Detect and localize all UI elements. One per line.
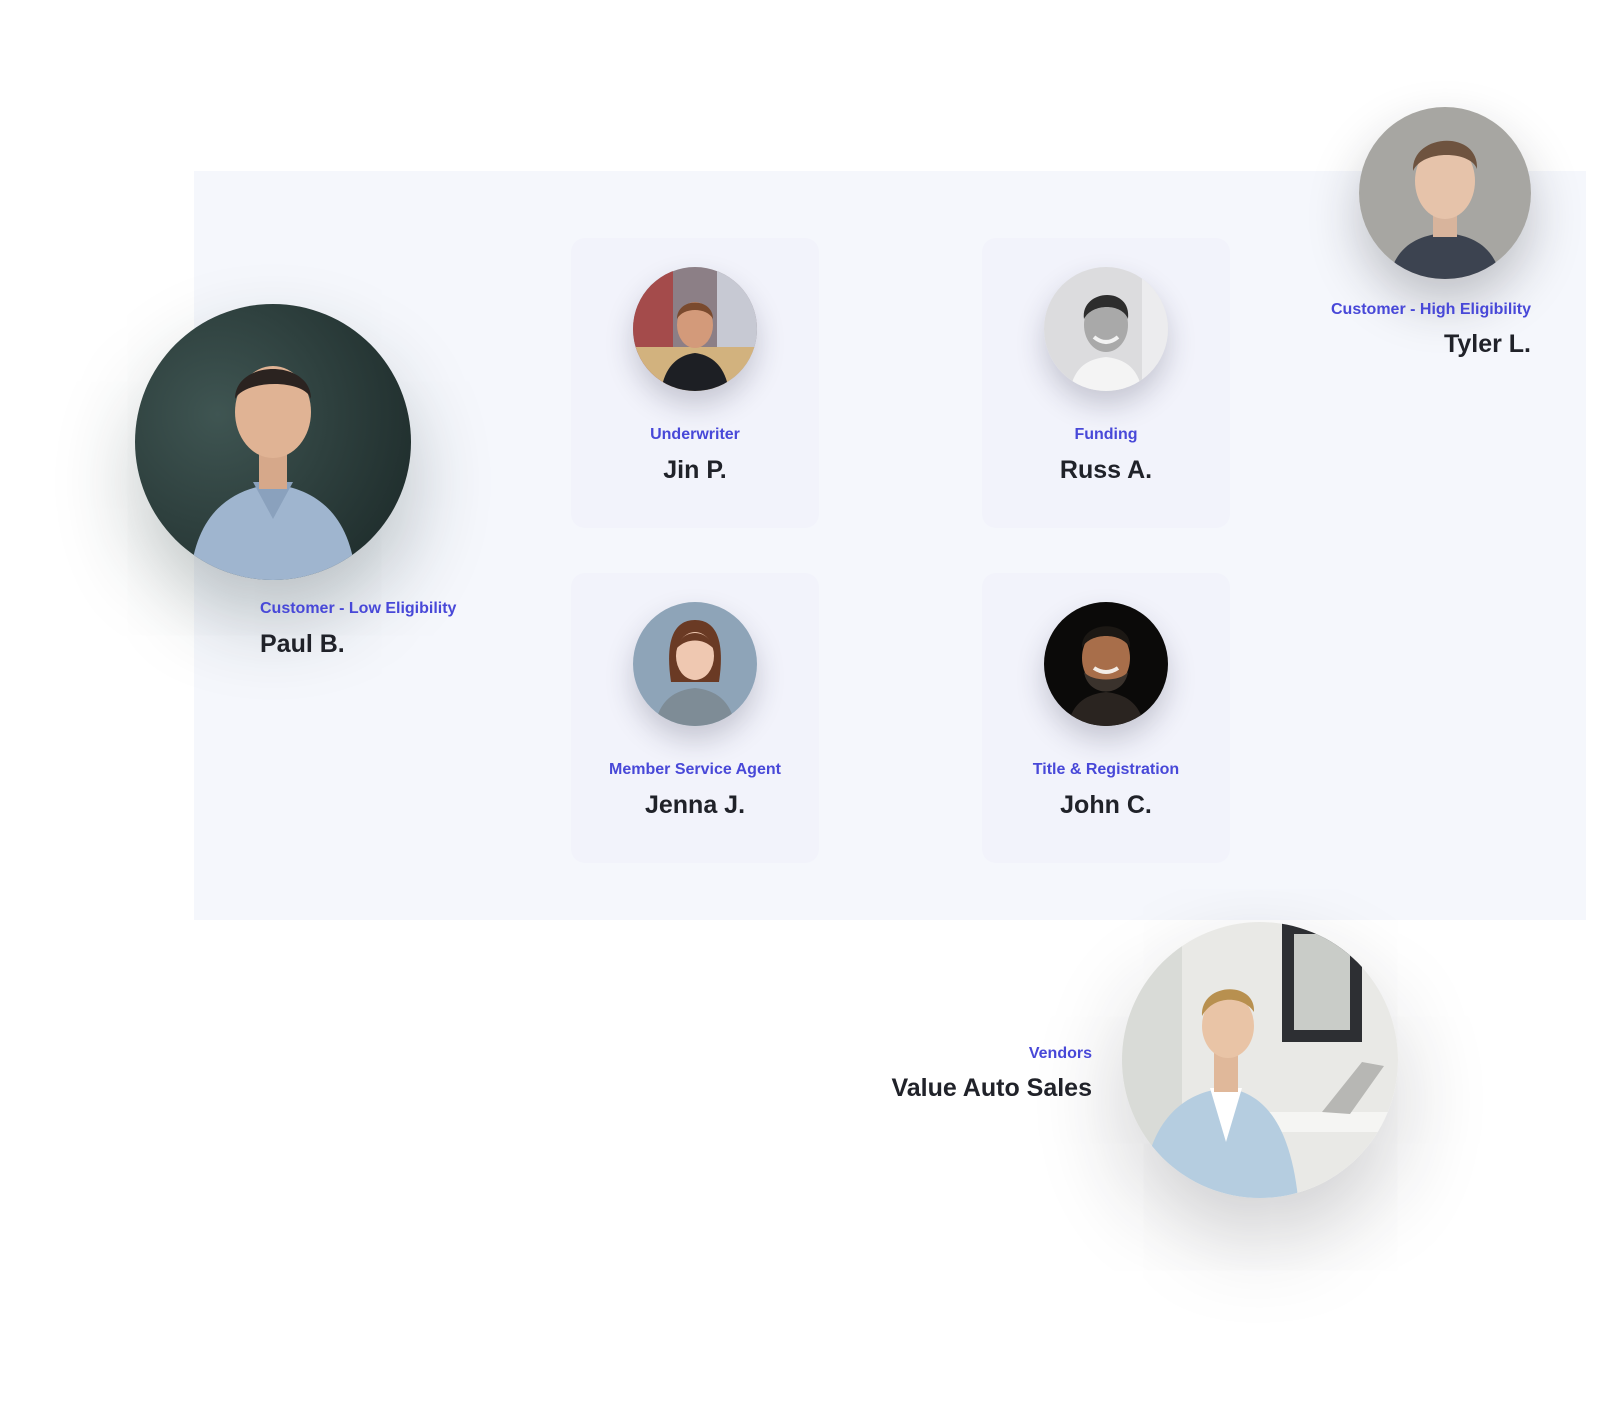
card-underwriter: Underwriter Jin P. bbox=[571, 238, 819, 528]
avatar-paul bbox=[135, 304, 411, 580]
role-label-vendors: Vendors bbox=[1028, 1045, 1092, 1062]
name-paul: Paul B. bbox=[260, 630, 345, 658]
role-label-high-eligibility: Customer - High Eligibility bbox=[1330, 301, 1531, 318]
name-russ: Russ A. bbox=[1059, 456, 1153, 484]
name-jin: Jin P. bbox=[663, 456, 727, 484]
role-label-underwriter: Underwriter bbox=[650, 426, 740, 443]
avatar-tyler bbox=[1359, 107, 1531, 279]
avatar-jenna bbox=[633, 602, 757, 726]
name-john: John C. bbox=[1060, 791, 1152, 819]
role-label-low-eligibility: Customer - Low Eligibility bbox=[260, 600, 457, 617]
card-funding: Funding Russ A. bbox=[982, 238, 1230, 528]
name-jenna: Jenna J. bbox=[644, 791, 746, 819]
card-member-service: Member Service Agent Jenna J. bbox=[571, 573, 819, 863]
role-label-funding: Funding bbox=[1074, 426, 1138, 443]
role-label-member-service-agent: Member Service Agent bbox=[609, 761, 781, 778]
avatar-vendor bbox=[1122, 922, 1398, 1198]
avatar-jin bbox=[633, 267, 757, 391]
avatar-russ bbox=[1044, 267, 1168, 391]
card-title-registration: Title & Registration John C. bbox=[982, 573, 1230, 863]
team-background-panel bbox=[194, 171, 1586, 920]
avatar-john bbox=[1044, 602, 1168, 726]
role-label-title-registration: Title & Registration bbox=[1032, 761, 1180, 778]
name-tyler: Tyler L. bbox=[1443, 330, 1531, 358]
name-value-auto-sales: Value Auto Sales bbox=[891, 1074, 1092, 1102]
